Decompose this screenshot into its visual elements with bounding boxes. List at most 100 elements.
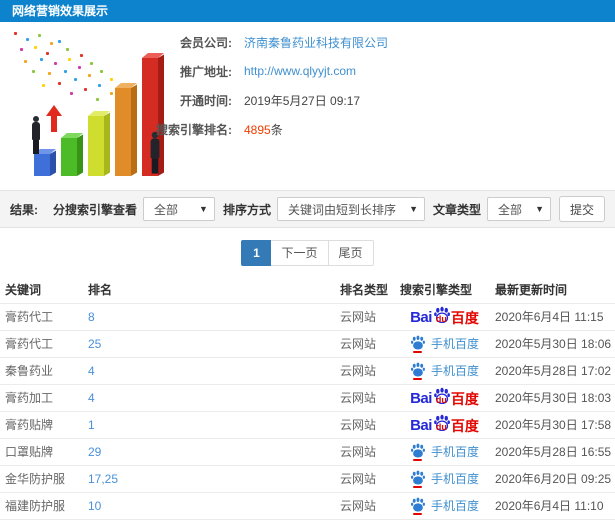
mobile-baidu-underline [412,485,422,488]
ranking-count-number: 4895 [244,122,271,137]
open-time-value: 2019年5月27日 09:17 [244,93,361,108]
table-row: 膏药贴牌 1 云网站 Bai du 百度 2020年5月30日 17:58 [0,410,615,438]
keyword-cell: 膏药代工 [0,302,85,330]
rank-cell[interactable]: 4 [85,383,337,411]
table-row: 膏药代工 25 云网站 手机百度 2020年5月30日 18:06 [0,329,615,357]
results-table: 关键词 排名 排名类型 搜索引擎类型 最新更新时间 膏药代工 8 云网站 Bai… [0,276,615,520]
rank-cell[interactable]: 8 [85,302,337,330]
engine-type-cell: Bai du 百度 [400,414,489,434]
next-page-button[interactable]: 下一页 [271,240,329,266]
article-type-select[interactable]: 全部 ▼ [487,197,551,221]
rank-cell[interactable]: 17,25 [85,464,337,492]
rank-type-cell: 云网站 [337,410,397,438]
field-company: 会员公司: 济南秦鲁药业科技有限公司 [140,34,388,50]
rank-type-cell: 云网站 [337,491,397,519]
page-button-1[interactable]: 1 [241,240,272,266]
mobile-baidu-logo: 手机百度 [410,470,479,488]
article-type-label: 文章类型 [432,202,481,217]
mobile-baidu-underline [412,350,422,353]
engine-filter-label: 分搜索引擎查看 [52,202,137,217]
rank-cell[interactable]: 10 [85,491,337,519]
filter-bar: 结果: 分搜索引擎查看 全部 ▼ 排序方式 关键词由短到长排序 ▼ 文章类型 全… [0,190,615,228]
open-time-label: 开通时间: [180,93,232,108]
pagination: 1 下一页 尾页 [0,240,615,266]
baidu-logo-du-text: du [435,395,447,405]
baidu-logo-cn-text: 百度 [450,310,479,326]
ranking-count-label: 搜索引擎排名: [156,122,232,137]
mobile-baidu-logo: 手机百度 [410,443,479,461]
header-rank: 排名 [88,282,113,297]
header-keyword: 关键词 [5,282,42,297]
result-label: 结果: [10,202,38,217]
mobile-baidu-label: 手机百度 [430,498,479,513]
field-promo-url: 推广地址: http://www.qlyyjt.com [140,63,388,79]
confetti-dots-graphic [14,32,17,35]
engine-type-cell: 手机百度 [400,443,489,461]
rank-cell[interactable]: 29 [85,437,337,465]
mobile-baidu-label: 手机百度 [430,336,479,351]
baidu-logo-bai-text: Bai [410,390,432,407]
baidu-paw-icon: du [433,387,450,406]
keyword-cell: 口罩贴牌 [0,437,85,465]
table-row: 福建防护服 10 云网站 手机百度 2020年6月4日 11:10 [0,491,615,519]
table-body: 膏药代工 8 云网站 Bai du 百度 2020年6月4日 11:15 膏药代… [0,302,615,520]
keyword-cell: 秦鲁药业 [0,356,85,384]
keyword-cell: 膏药代工 [0,329,85,357]
engine-type-cell: 手机百度 [400,470,489,488]
rank-type-cell: 云网站 [337,302,397,330]
promo-url-label: 推广地址: [180,64,232,79]
mobile-baidu-logo: 手机百度 [410,497,479,515]
member-info-fields: 会员公司: 济南秦鲁药业科技有限公司 推广地址: http://www.qlyy… [140,34,388,150]
table-row: 口罩贴牌 29 云网站 手机百度 2020年5月28日 16:55 [0,437,615,465]
mobile-baidu-label: 手机百度 [430,471,479,486]
field-open-time: 开通时间: 2019年5月27日 09:17 [140,92,388,108]
updated-cell: 2020年5月28日 17:02 [492,356,615,384]
rank-type-cell: 云网站 [337,464,397,492]
promo-url-link[interactable]: http://www.qlyyjt.com [244,64,356,78]
header-rank-type: 排名类型 [340,282,389,297]
rank-type-cell: 云网站 [337,437,397,465]
company-value-link[interactable]: 济南秦鲁药业科技有限公司 [244,34,388,51]
keyword-cell: 金华防护服 [0,464,85,492]
engine-filter-select[interactable]: 全部 ▼ [142,197,215,221]
mobile-baidu-paw-icon [410,497,426,515]
engine-type-cell: 手机百度 [400,362,489,380]
rank-type-cell: 云网站 [337,329,397,357]
rank-cell[interactable]: 4 [85,356,337,384]
keyword-cell: 福建防护服 [0,491,85,519]
baidu-logo-bai-text: Bai [410,417,432,434]
mobile-baidu-underline [412,458,422,461]
updated-cell: 2020年6月4日 11:10 [492,491,615,519]
last-page-button[interactable]: 尾页 [328,240,374,266]
chevron-down-icon: ▼ [199,204,208,214]
header-updated: 最新更新时间 [495,282,568,297]
mobile-baidu-underline [412,512,422,515]
rank-type-cell: 云网站 [337,356,397,384]
baidu-logo: Bai du 百度 [410,414,479,434]
baidu-logo-du-text: du [435,422,447,432]
mobile-baidu-paw-icon [410,335,426,353]
updated-cell: 2020年5月30日 17:58 [492,410,615,438]
sort-filter-select[interactable]: 关键词由短到长排序 ▼ [276,197,425,221]
baidu-logo: Bai du 百度 [410,387,479,407]
baidu-logo: Bai du 百度 [410,306,479,326]
rank-cell[interactable]: 1 [85,410,337,438]
mobile-baidu-underline [412,377,422,380]
sort-filter-label: 排序方式 [222,202,271,217]
mobile-baidu-logo: 手机百度 [410,335,479,353]
baidu-paw-icon: du [433,414,450,433]
article-type-value: 全部 [498,202,523,217]
field-ranking-count: 搜索引擎排名: 4895条 [140,121,388,137]
updated-cell: 2020年5月30日 18:06 [492,329,615,357]
rank-cell[interactable]: 25 [85,329,337,357]
businessman-figure-left [30,116,42,154]
submit-button[interactable]: 提交 [559,196,605,222]
table-row: 膏药代工 8 云网站 Bai du 百度 2020年6月4日 11:15 [0,302,615,330]
keyword-cell: 膏药加工 [0,383,85,411]
sort-filter-value: 关键词由短到长排序 [287,202,396,217]
table-row: 秦鲁药业 4 云网站 手机百度 2020年5月28日 17:02 [0,356,615,384]
engine-type-cell: Bai du 百度 [400,306,489,326]
updated-cell: 2020年5月30日 18:03 [492,383,615,411]
chevron-down-icon: ▼ [409,204,418,214]
window-title-bar: 网络营销效果展示 [0,0,615,22]
